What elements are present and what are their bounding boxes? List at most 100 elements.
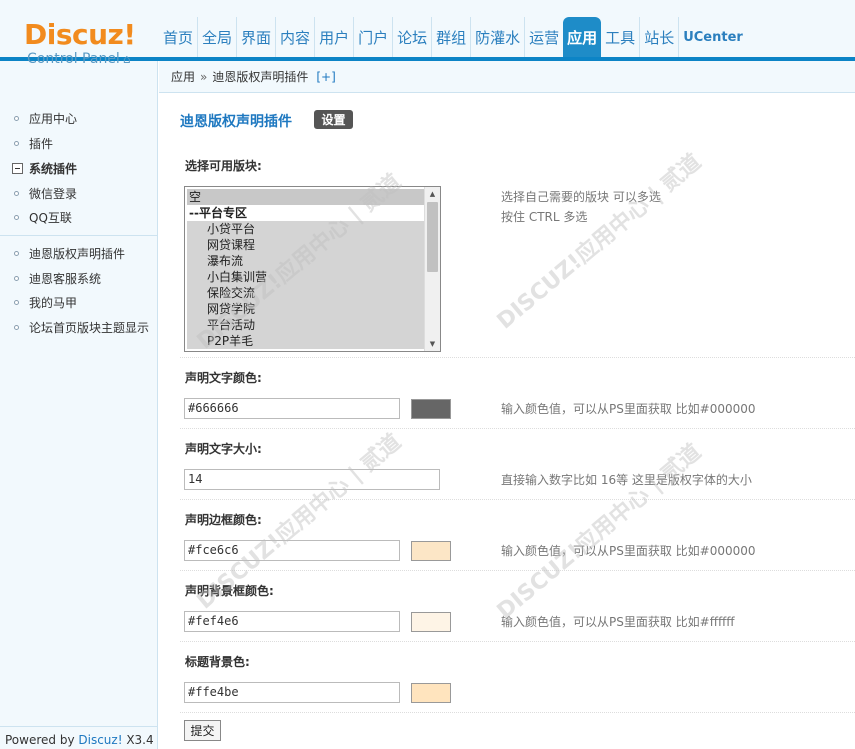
scroll-up-icon[interactable]: ▲ [425, 187, 440, 201]
select-forums-label: 选择可用版块: [185, 159, 262, 173]
title-bg-swatch[interactable] [411, 683, 451, 703]
sidebar-item-service-system[interactable]: 迪恩客服系统 [0, 268, 158, 288]
sidebar-item-label: 我的马甲 [29, 295, 78, 310]
bullet-icon [14, 324, 19, 330]
add-shortcut-button[interactable]: [+] [316, 70, 335, 84]
sidebar-item-copyright-plugin[interactable]: 迪恩版权声明插件 [0, 243, 158, 263]
nav-forum[interactable]: 论坛 [392, 17, 431, 57]
sidebar-item-plugins[interactable]: 插件 [0, 133, 158, 153]
text-color-swatch[interactable] [411, 399, 451, 419]
nav-global[interactable]: 全局 [197, 17, 236, 57]
border-color-swatch[interactable] [411, 541, 451, 561]
nav-tools[interactable]: 工具 [601, 17, 639, 57]
row-divider [180, 357, 855, 358]
main-content: 迪恩版权声明插件 设置 选择可用版块: 空 --平台专区 小贷平台 网贷课程 瀑… [159, 94, 855, 749]
bg-color-swatch[interactable] [411, 612, 451, 632]
breadcrumb-current: 迪恩版权声明插件 [212, 70, 309, 84]
watermark: DISCUZ!应用中心 | 贰道 [492, 439, 707, 625]
row-divider [180, 428, 855, 429]
row-divider [180, 712, 855, 713]
submit-button[interactable]: 提交 [184, 720, 221, 741]
forum-multiselect[interactable]: 空 --平台专区 小贷平台 网贷课程 瀑布流 小白集训营 保险交流 网贷学院 平… [184, 186, 441, 352]
nav-operations[interactable]: 运营 [524, 17, 563, 57]
sidebar-item-app-center[interactable]: 应用中心 [0, 108, 158, 128]
text-color-input[interactable]: #666666 [184, 398, 400, 419]
sidebar-section-label: 系统插件 [29, 161, 78, 176]
sidebar-item-label: 论坛首页版块主题显示 [29, 320, 150, 335]
text-color-label: 声明文字颜色: [185, 371, 262, 385]
sidebar-item-my-vest[interactable]: 我的马甲 [0, 292, 158, 312]
select-hint-2: 按住 CTRL 多选 [501, 210, 588, 224]
bg-color-label: 声明背景框颜色: [185, 584, 274, 598]
row-divider [180, 499, 855, 500]
font-size-input[interactable]: 14 [184, 469, 440, 490]
nav-portal[interactable]: 门户 [353, 17, 392, 57]
forum-option[interactable]: 空 [187, 189, 425, 205]
forum-option-group[interactable]: --平台专区 [187, 205, 425, 221]
sidebar-section-system-plugins[interactable]: 系统插件 [0, 158, 158, 178]
breadcrumb-root[interactable]: 应用 [171, 68, 195, 85]
page-title: 迪恩版权声明插件 [180, 114, 292, 130]
nav-users[interactable]: 用户 [314, 17, 353, 57]
sidebar-item-label: 微信登录 [29, 186, 78, 201]
bullet-icon [14, 140, 19, 146]
scroll-down-icon[interactable]: ▼ [425, 337, 440, 351]
select-scrollbar[interactable]: ▲ ▼ [424, 187, 440, 351]
nav-home[interactable]: 首页 [159, 17, 197, 57]
sidebar-divider [0, 235, 158, 236]
sidebar-item-forum-topics[interactable]: 论坛首页版块主题显示 [0, 317, 158, 337]
sidebar-item-wechat-login[interactable]: 微信登录 [0, 183, 158, 203]
watermark: DISCUZ!应用中心 | 贰道 [492, 149, 707, 335]
scrollbar-thumb[interactable] [427, 202, 438, 272]
forum-option[interactable]: 保险交流 [187, 285, 425, 301]
powered-version: X3.4 [122, 733, 154, 747]
sidebar-item-label: 迪恩客服系统 [29, 271, 102, 286]
forum-option[interactable]: 小贷平台 [187, 221, 425, 237]
bullet-icon [14, 299, 19, 305]
logo-subtitle: Control Panel ⌂ [27, 52, 130, 66]
home-icon[interactable]: ⌂ [123, 52, 131, 66]
powered-by: Powered by Discuz! X3.4 [5, 733, 154, 747]
powered-prefix: Powered by [5, 733, 79, 747]
bullet-icon [14, 275, 19, 281]
text-color-hint: 输入颜色值，可以从PS里面获取 比如#000000 [501, 402, 756, 416]
font-size-hint: 直接输入数字比如 16等 这里是版权字体的大小 [501, 473, 752, 487]
border-color-label: 声明边框颜色: [185, 513, 262, 527]
breadcrumb-separator: » [200, 69, 208, 84]
forum-option[interactable]: 网贷课程 [187, 237, 425, 253]
forum-option[interactable]: 小白集训营 [187, 269, 425, 285]
forum-option[interactable]: 网贷学院 [187, 301, 425, 317]
border-color-input[interactable]: #fce6c6 [184, 540, 400, 561]
nav-apps[interactable]: 应用 [563, 17, 602, 57]
bullet-icon [14, 190, 19, 196]
bg-color-input[interactable]: #fef4e6 [184, 611, 400, 632]
collapse-icon[interactable] [12, 162, 23, 174]
bullet-icon [14, 214, 19, 220]
forum-option[interactable]: P2P羊毛 [187, 333, 425, 349]
forum-option[interactable]: 平台活动 [187, 317, 425, 333]
bg-color-hint: 输入颜色值，可以从PS里面获取 比如#ffffff [501, 615, 735, 629]
title-bg-label: 标题背景色: [185, 655, 250, 669]
main-nav: 首页 全局 界面 内容 用户 门户 论坛 群组 防灌水 运营 应用 工具 站长 … [159, 17, 747, 57]
discuz-logo[interactable]: Discuz! [0, 0, 158, 57]
font-size-label: 声明文字大小: [185, 442, 262, 456]
sidebar-item-label: 插件 [29, 136, 54, 151]
title-bg-input[interactable]: #ffe4be [184, 682, 400, 703]
nav-content[interactable]: 内容 [275, 17, 314, 57]
nav-ucenter[interactable]: UCenter [678, 17, 747, 57]
sidebar-item-label: QQ互联 [29, 210, 72, 225]
settings-badge[interactable]: 设置 [314, 110, 353, 129]
nav-antispam[interactable]: 防灌水 [470, 17, 524, 57]
nav-interface[interactable]: 界面 [236, 17, 275, 57]
row-divider [180, 570, 855, 571]
border-color-hint: 输入颜色值，可以从PS里面获取 比如#000000 [501, 544, 756, 558]
nav-admin[interactable]: 站长 [639, 17, 678, 57]
row-divider [180, 641, 855, 642]
breadcrumb: 应用 » 迪恩版权声明插件 [+] [159, 61, 855, 93]
powered-link[interactable]: Discuz! [78, 733, 122, 747]
bullet-icon [14, 115, 19, 121]
sidebar-item-qq-connect[interactable]: QQ互联 [0, 207, 158, 227]
forum-option[interactable]: 瀑布流 [187, 253, 425, 269]
nav-groups[interactable]: 群组 [431, 17, 470, 57]
sidebar-item-label: 迪恩版权声明插件 [29, 246, 126, 261]
